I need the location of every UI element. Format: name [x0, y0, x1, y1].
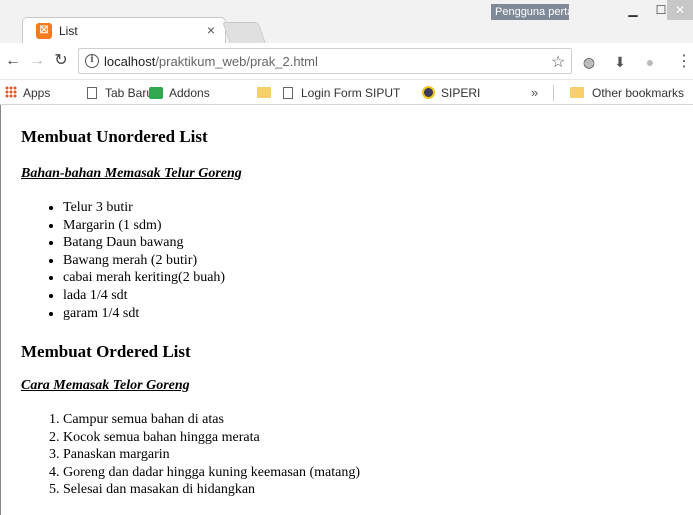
url-text[interactable]: localhost/praktikum_web/prak_2.html [104, 54, 318, 69]
reload-icon[interactable]: ↻ [51, 51, 71, 71]
new-tab-button[interactable] [222, 22, 266, 43]
bookmark-apps[interactable]: Apps [5, 85, 50, 101]
siperi-icon [422, 86, 435, 99]
list-item: garam 1/4 sdt [63, 305, 225, 323]
profile-button[interactable]: Pengguna perta... [491, 4, 569, 20]
bookmark-siperi[interactable]: SIPERI [422, 85, 480, 101]
list-item: Bawang merah (2 butir) [63, 252, 225, 270]
bookmarks-bar: Apps Tab Baru Addons Login Form SIPUT SI… [0, 80, 693, 105]
page-icon [283, 87, 293, 99]
bookmark-login-form-siput[interactable]: Login Form SIPUT [283, 85, 400, 101]
address-bar[interactable]: i localhost/praktikum_web/prak_2.html ☆ [78, 48, 572, 74]
folder-icon [570, 87, 584, 98]
unordered-list-heading: Membuat Unordered List [21, 127, 208, 146]
bookmark-label: Login Form SIPUT [301, 86, 401, 100]
other-bookmarks[interactable]: Other bookmarks [570, 85, 684, 101]
ingredients-subheading: Bahan-bahan Memasak Telur Goreng [21, 166, 242, 181]
steps-list: Campur semua bahan di atas Kocok semua b… [57, 411, 360, 499]
page-content: Membuat Unordered List Bahan-bahan Memas… [0, 105, 693, 515]
folder-icon [257, 87, 271, 98]
menu-kebab-icon[interactable]: ⋮ [676, 53, 692, 71]
bookmark-star-icon[interactable]: ☆ [551, 52, 565, 72]
list-item: Selesai dan masakan di hidangkan [63, 481, 360, 499]
close-window-icon[interactable]: ✕ [667, 0, 693, 20]
info-icon[interactable]: i [85, 54, 99, 68]
bookmark-addons[interactable]: Addons [149, 85, 210, 101]
globe-icon[interactable]: ● [641, 53, 659, 71]
browser-tab[interactable]: ☒ List × [22, 17, 226, 43]
list-item: lada 1/4 sdt [63, 287, 225, 305]
ingredients-list: Telur 3 butir Margarin (1 sdm) Batang Da… [57, 199, 225, 322]
bookmark-folder[interactable] [257, 85, 271, 101]
ordered-list-heading: Membuat Ordered List [21, 342, 191, 361]
steps-subheading: Cara Memasak Telor Goreng [21, 378, 190, 393]
url-host: localhost [104, 54, 156, 69]
bookmarks-divider [553, 85, 554, 101]
list-item: Telur 3 butir [63, 199, 225, 217]
bookmark-label: Addons [169, 86, 210, 100]
list-item: Kocok semua bahan hingga merata [63, 429, 360, 447]
bookmark-label: Other bookmarks [592, 86, 685, 100]
extension-icon[interactable]: ◍ [580, 53, 598, 71]
list-item: Campur semua bahan di atas [63, 411, 360, 429]
forward-arrow-icon[interactable]: → [27, 51, 47, 71]
bookmark-label: Tab Baru [105, 86, 154, 100]
tab-title: List [59, 24, 78, 38]
list-item: Goreng dan dadar hingga kuning keemasan … [63, 464, 360, 482]
apps-icon [5, 86, 17, 98]
bookmark-label: Apps [23, 86, 51, 100]
close-tab-icon[interactable]: × [203, 22, 219, 38]
puzzle-icon [149, 87, 163, 99]
list-item: Batang Daun bawang [63, 234, 225, 252]
browser-toolbar: ← → ↻ i localhost/praktikum_web/prak_2.h… [0, 43, 693, 80]
bookmark-tab-baru[interactable]: Tab Baru [87, 85, 153, 101]
bookmark-label: SIPERI [441, 86, 481, 100]
window-titlebar: ☒ List × Pengguna perta... ▁ ☐ ✕ [0, 0, 693, 43]
back-arrow-icon[interactable]: ← [3, 51, 23, 71]
list-item: Margarin (1 sdm) [63, 217, 225, 235]
minimize-icon[interactable]: ▁ [619, 0, 647, 20]
xampp-icon: ☒ [36, 23, 52, 39]
url-path: /praktikum_web/prak_2.html [155, 54, 318, 69]
list-item: Panaskan margarin [63, 446, 360, 464]
page-icon [87, 87, 97, 99]
list-item: cabai merah keriting(2 buah) [63, 269, 225, 287]
bookmarks-overflow-button[interactable]: » [531, 85, 538, 101]
download-icon[interactable]: ⬇ [611, 53, 629, 71]
